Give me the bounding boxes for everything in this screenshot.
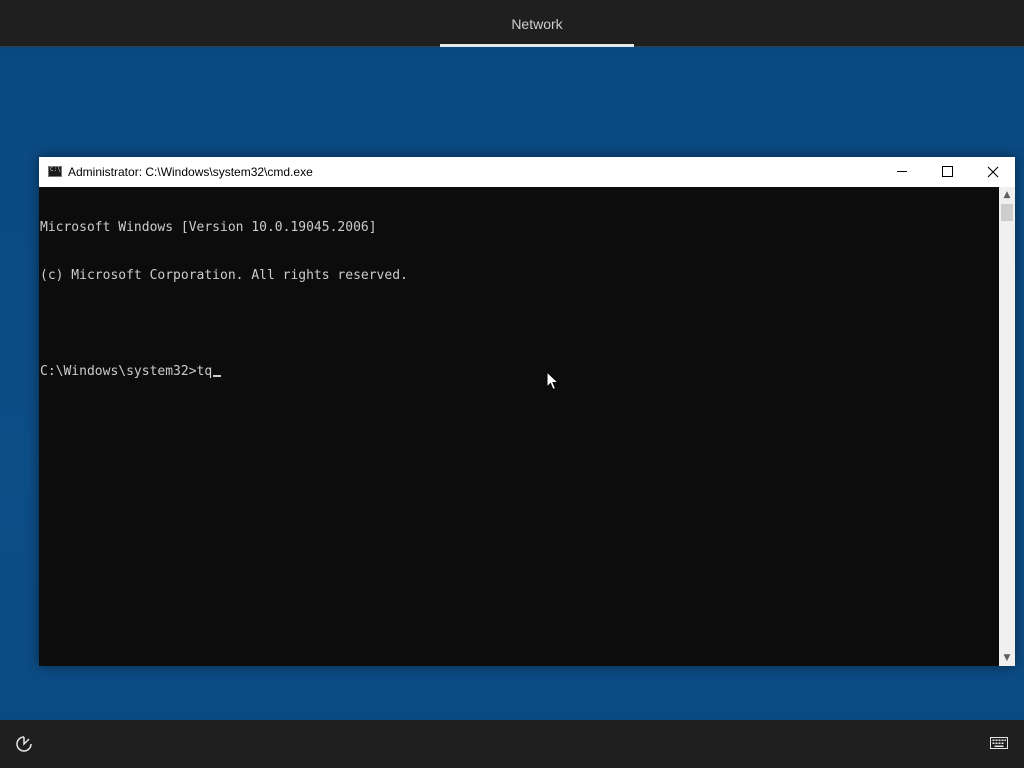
window-title: Administrator: C:\Windows\system32\cmd.e… — [68, 165, 313, 179]
oobe-top-bar: Network — [0, 0, 1024, 47]
console-output[interactable]: Microsoft Windows [Version 10.0.19045.20… — [39, 187, 999, 666]
mouse-pointer-icon — [546, 371, 560, 391]
console-line: (c) Microsoft Corporation. All rights re… — [40, 268, 408, 283]
oobe-bottom-bar — [0, 720, 1024, 768]
close-icon — [987, 166, 999, 178]
tab-network: Network — [511, 16, 563, 32]
oobe-screen: Network Administrator: C:\Windows\system… — [0, 0, 1024, 768]
scroll-down-icon[interactable]: ▼ — [999, 650, 1015, 666]
maximize-button[interactable] — [924, 157, 970, 187]
cmd-icon — [48, 166, 62, 177]
scroll-up-icon[interactable]: ▲ — [999, 187, 1015, 203]
minimize-button[interactable] — [879, 157, 925, 187]
keyboard-icon[interactable] — [990, 736, 1008, 750]
prompt-text: C:\Windows\system32>tq — [40, 364, 213, 379]
console-line: Microsoft Windows [Version 10.0.19045.20… — [40, 220, 377, 235]
tab-active-underline — [440, 44, 634, 47]
command-prompt-line[interactable]: C:\Windows\system32>tq — [40, 364, 999, 380]
close-button[interactable] — [970, 157, 1016, 187]
ease-of-access-icon[interactable] — [14, 734, 34, 754]
text-cursor — [213, 375, 222, 377]
vertical-scrollbar[interactable]: ▲ ▼ — [999, 187, 1015, 666]
cmd-window[interactable]: Administrator: C:\Windows\system32\cmd.e… — [39, 157, 1015, 666]
window-titlebar[interactable]: Administrator: C:\Windows\system32\cmd.e… — [39, 157, 1015, 187]
scrollbar-thumb[interactable] — [1001, 204, 1013, 221]
